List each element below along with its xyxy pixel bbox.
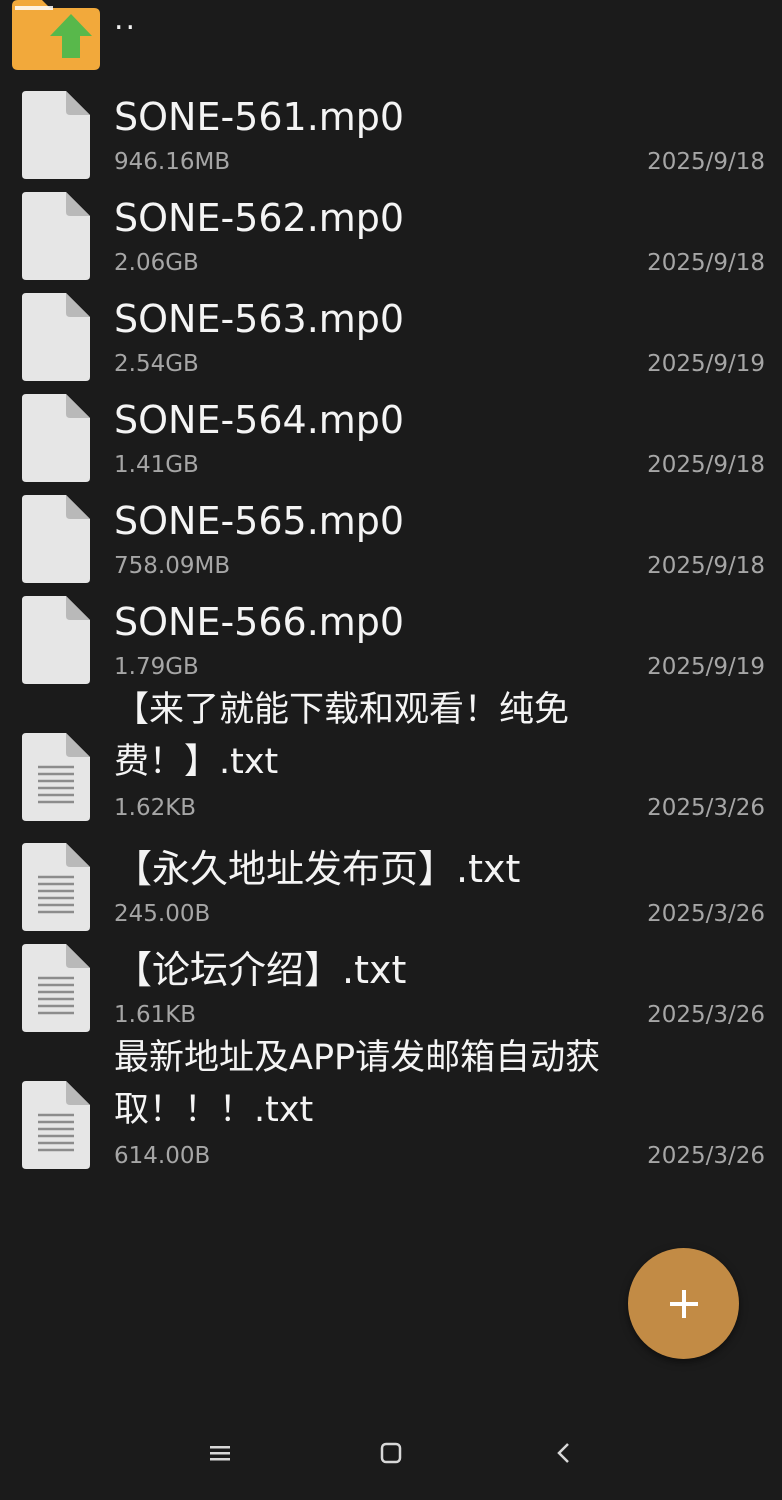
file-icon — [22, 91, 90, 179]
file-meta: 1.61KB 2025/3/26 — [114, 1000, 765, 1030]
file-meta: 614.00B 2025/3/26 — [114, 1141, 765, 1171]
file-date: 2025/9/19 — [647, 654, 765, 680]
file-size: 2.54GB — [114, 351, 199, 377]
file-meta: 1.41GB 2025/9/18 — [114, 450, 765, 480]
file-row[interactable]: SONE-561.mp0 946.16MB 2025/9/18 — [0, 78, 782, 179]
file-name: SONE-564.mp0 — [114, 398, 405, 442]
home-button[interactable] — [369, 1431, 413, 1475]
system-navigation-bar — [0, 1405, 782, 1500]
file-meta: 946.16MB 2025/9/18 — [114, 147, 765, 177]
menu-button[interactable] — [198, 1431, 242, 1475]
text-file-icon — [22, 843, 90, 931]
menu-icon — [210, 1446, 230, 1461]
file-row[interactable]: SONE-564.mp0 1.41GB 2025/9/18 — [0, 381, 782, 482]
file-row[interactable]: SONE-566.mp0 1.79GB 2025/9/19 — [0, 583, 782, 684]
back-button[interactable] — [542, 1431, 586, 1475]
file-name: SONE-561.mp0 — [114, 95, 405, 139]
file-name: SONE-566.mp0 — [114, 600, 405, 644]
file-name: SONE-565.mp0 — [114, 499, 405, 543]
file-date: 2025/9/19 — [647, 351, 765, 377]
file-size: 614.00B — [114, 1143, 211, 1169]
file-name: 【来了就能下载和观看！纯免费！】.txt — [114, 690, 570, 782]
home-square-icon — [380, 1442, 402, 1464]
parent-directory-label: .. — [114, 2, 138, 37]
parent-directory-row[interactable]: .. — [0, 0, 782, 78]
file-date: 2025/3/26 — [647, 901, 765, 927]
file-size: 1.62KB — [114, 795, 197, 821]
back-chevron-icon — [557, 1443, 569, 1463]
file-meta: 758.09MB 2025/9/18 — [114, 551, 765, 581]
file-size: 758.09MB — [114, 553, 231, 579]
file-date: 2025/3/26 — [647, 1002, 765, 1028]
file-meta: 2.54GB 2025/9/19 — [114, 349, 765, 379]
file-row[interactable]: SONE-562.mp0 2.06GB 2025/9/18 — [0, 179, 782, 280]
file-size: 1.41GB — [114, 452, 199, 478]
file-icon — [22, 495, 90, 583]
file-date: 2025/9/18 — [647, 250, 765, 276]
file-icon — [22, 596, 90, 684]
file-icon — [22, 394, 90, 482]
file-date: 2025/3/26 — [647, 795, 765, 821]
file-size: 1.79GB — [114, 654, 199, 680]
file-date: 2025/9/18 — [647, 149, 765, 175]
file-row[interactable]: 【永久地址发布页】.txt 245.00B 2025/3/26 — [0, 830, 782, 931]
file-row[interactable]: 最新地址及APP请发邮箱自动获取！！！.txt 614.00B 2025/3/2… — [0, 1032, 782, 1178]
text-file-icon — [22, 1081, 90, 1169]
file-name: SONE-562.mp0 — [114, 196, 405, 240]
file-icon — [22, 293, 90, 381]
file-size: 1.61KB — [114, 1002, 197, 1028]
file-size: 946.16MB — [114, 149, 231, 175]
file-name: 最新地址及APP请发邮箱自动获取！！！.txt — [114, 1038, 601, 1130]
file-date: 2025/9/18 — [647, 452, 765, 478]
file-name: SONE-563.mp0 — [114, 297, 405, 341]
file-row[interactable]: 【论坛介绍】.txt 1.61KB 2025/3/26 — [0, 931, 782, 1032]
file-list: .. SONE-561.mp0 946.16MB 2025/9/18 SONE-… — [0, 0, 782, 1178]
file-meta: 2.06GB 2025/9/18 — [114, 248, 765, 278]
file-date: 2025/3/26 — [647, 1143, 765, 1169]
file-meta: 1.79GB 2025/9/19 — [114, 652, 765, 682]
file-date: 2025/9/18 — [647, 553, 765, 579]
file-name: 【永久地址发布页】.txt — [114, 847, 521, 891]
file-size: 2.06GB — [114, 250, 199, 276]
file-size: 245.00B — [114, 901, 211, 927]
file-meta: 245.00B 2025/3/26 — [114, 899, 765, 929]
file-row[interactable]: 【来了就能下载和观看！纯免费！】.txt 1.62KB 2025/3/26 — [0, 684, 782, 830]
file-meta: 1.62KB 2025/3/26 — [114, 793, 765, 823]
folder-up-icon — [12, 0, 100, 70]
text-file-icon — [22, 944, 90, 1032]
plus-icon — [669, 1289, 698, 1318]
file-row[interactable]: SONE-563.mp0 2.54GB 2025/9/19 — [0, 280, 782, 381]
file-icon — [22, 192, 90, 280]
file-row[interactable]: SONE-565.mp0 758.09MB 2025/9/18 — [0, 482, 782, 583]
file-name: 【论坛介绍】.txt — [114, 948, 407, 992]
add-button[interactable] — [628, 1248, 739, 1359]
text-file-icon — [22, 733, 90, 821]
